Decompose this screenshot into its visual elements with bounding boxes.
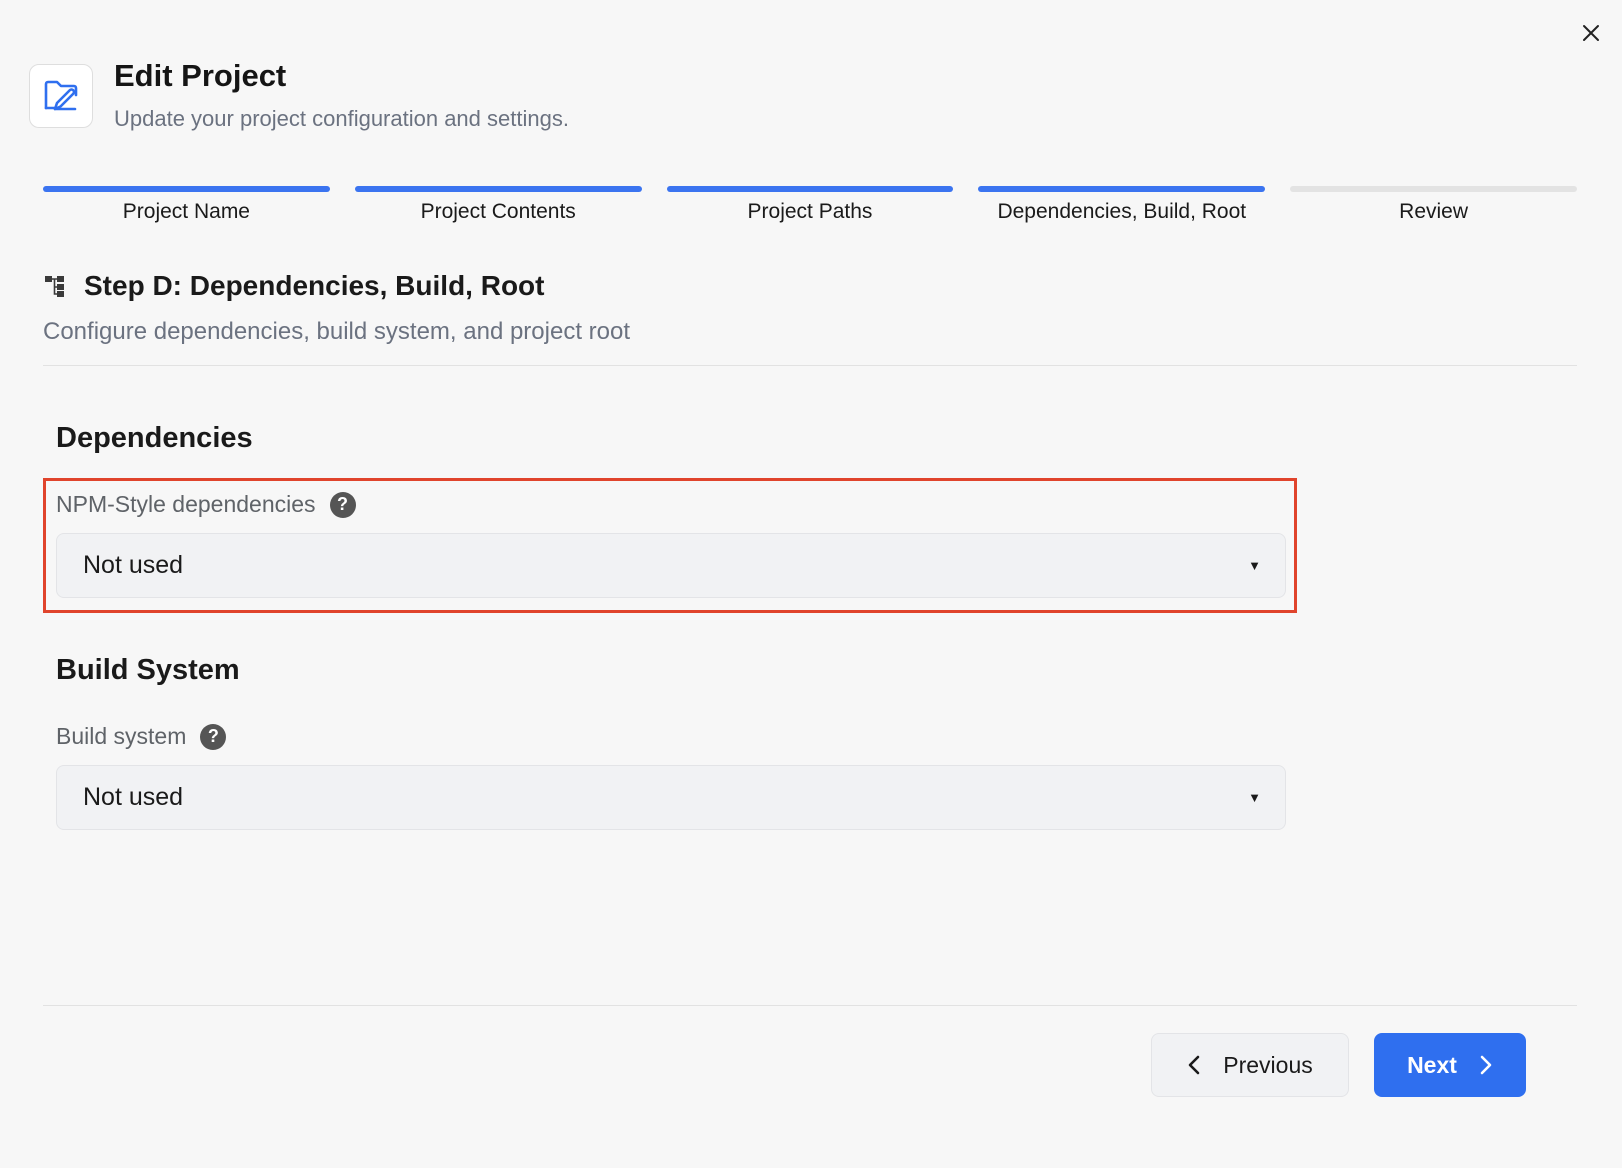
npm-dependencies-label: NPM-Style dependencies ? bbox=[56, 491, 356, 518]
close-button[interactable] bbox=[1576, 18, 1606, 48]
step-project-name[interactable]: Project Name bbox=[43, 186, 330, 224]
step-progress-bar bbox=[666, 186, 954, 192]
step-label: Project Paths bbox=[747, 200, 873, 223]
step-progress-bar bbox=[978, 186, 1266, 192]
section-heading: Step D: Dependencies, Build, Root bbox=[44, 270, 544, 302]
hierarchy-icon bbox=[45, 276, 64, 297]
section-description: Configure dependencies, build system, an… bbox=[43, 318, 631, 345]
help-icon[interactable]: ? bbox=[329, 491, 356, 518]
next-button[interactable]: Next bbox=[1374, 1033, 1526, 1097]
step-progress-bar bbox=[354, 186, 642, 192]
step-label: Dependencies, Build, Root bbox=[997, 200, 1247, 223]
step-progress-bar bbox=[43, 186, 330, 192]
build-system-heading: Build System bbox=[56, 654, 240, 686]
help-icon[interactable]: ? bbox=[200, 723, 227, 750]
step-label: Project Name bbox=[122, 200, 250, 223]
close-icon bbox=[1583, 25, 1599, 41]
footer-divider bbox=[43, 1005, 1577, 1006]
step-label: Project Contents bbox=[420, 200, 576, 223]
select-value: Not used bbox=[83, 551, 184, 579]
caret-down-icon: ▼ bbox=[1248, 790, 1261, 805]
step-review[interactable]: Review bbox=[1290, 186, 1577, 224]
step-progress-bar bbox=[1290, 186, 1577, 192]
chevron-right-icon bbox=[1480, 1055, 1492, 1075]
previous-button[interactable]: Previous bbox=[1151, 1033, 1349, 1097]
dialog-title: Edit Project bbox=[114, 58, 287, 93]
step-label: Review bbox=[1399, 200, 1469, 223]
step-project-paths[interactable]: Project Paths bbox=[666, 186, 954, 224]
next-button-label: Next bbox=[1407, 1051, 1457, 1078]
step-project-contents[interactable]: Project Contents bbox=[354, 186, 642, 224]
previous-button-label: Previous bbox=[1223, 1051, 1313, 1078]
build-system-label: Build system ? bbox=[56, 723, 227, 750]
section-divider bbox=[43, 365, 1577, 366]
select-value: Not used bbox=[83, 783, 184, 811]
build-system-select[interactable]: Not used ▼ bbox=[56, 765, 1286, 830]
step-dependencies-build-root[interactable]: Dependencies, Build, Root bbox=[978, 186, 1266, 224]
build-system-label-text: Build system bbox=[56, 723, 187, 749]
dialog-subtitle: Update your project configuration and se… bbox=[114, 106, 569, 131]
chevron-left-icon bbox=[1188, 1055, 1200, 1075]
dependencies-heading: Dependencies bbox=[56, 422, 253, 454]
npm-dependencies-label-text: NPM-Style dependencies bbox=[56, 491, 316, 517]
header-icon-container bbox=[29, 64, 93, 128]
folder-edit-icon bbox=[44, 80, 78, 111]
section-title: Step D: Dependencies, Build, Root bbox=[84, 270, 545, 301]
edit-project-dialog: Edit Project Update your project configu… bbox=[0, 0, 1622, 1168]
caret-down-icon: ▼ bbox=[1248, 558, 1261, 573]
stepper: Project Name Project Contents Project Pa… bbox=[43, 186, 1577, 224]
npm-dependencies-select[interactable]: Not used ▼ bbox=[56, 533, 1286, 598]
